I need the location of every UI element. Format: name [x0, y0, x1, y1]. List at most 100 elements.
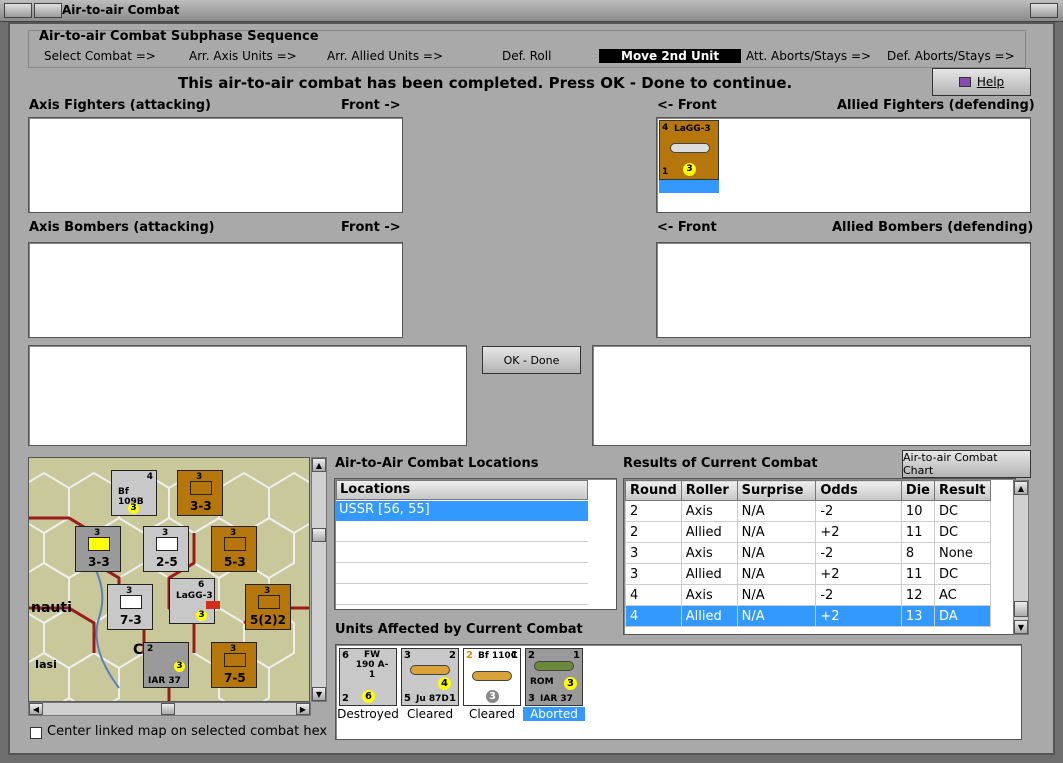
cell: Axis [680, 542, 738, 564]
unit-top-left: 2 [466, 650, 473, 661]
col-surprise: Surprise [736, 480, 817, 501]
infantry-symbol-icon [224, 653, 246, 667]
unit-top-right: 1 [573, 650, 580, 661]
map-unit-75[interactable]: 3 7-5 [211, 642, 257, 688]
scroll-down-arrow-icon[interactable]: ▼ [1014, 620, 1028, 634]
allied-fighters-label: Allied Fighters (defending) [837, 98, 1035, 113]
map-unit-53[interactable]: 3 5-3 [211, 526, 257, 572]
scroll-up-arrow-icon[interactable]: ▲ [1014, 481, 1028, 495]
map-unit-text: 3-3 [88, 555, 110, 569]
table-row[interactable]: 2 Allied N/A +2 11 DC [625, 521, 991, 543]
cell: N/A [736, 500, 817, 522]
subphase-sequence: Air-to-air Combat Subphase Sequence Sele… [28, 29, 1026, 68]
seq-arr-allied: Arr. Allied Units => [327, 49, 444, 63]
seq-select-combat: Select Combat => [44, 49, 156, 63]
table-row[interactable]: 3 Allied N/A +2 11 DC [625, 563, 991, 585]
map-unit-25[interactable]: 3 2-5 [143, 526, 189, 572]
unit-fw190[interactable]: 6 FW 190 A-1 2 6 [339, 648, 397, 706]
scroll-left-arrow-icon[interactable]: ◀ [29, 703, 43, 715]
col-round: Round [625, 480, 682, 501]
help-button-label: Help [976, 75, 1005, 89]
seq-att-aborts: Att. Aborts/Stays => [746, 49, 872, 63]
map-unit-522[interactable]: 3 5(2)2 [245, 584, 291, 630]
cell: Allied [680, 563, 738, 585]
axis-bombers-box[interactable] [28, 242, 403, 338]
title-bar[interactable]: Air-to-air Combat [0, 0, 1063, 22]
sequence-title: Air-to-air Combat Subphase Sequence [39, 29, 319, 44]
map-unit-text: 5-3 [224, 555, 246, 569]
close-button[interactable] [1030, 3, 1058, 18]
table-row[interactable]: 2 Axis N/A -2 10 DC [625, 500, 991, 522]
scroll-thumb[interactable] [312, 528, 326, 542]
location-item[interactable]: USSR [56, 55] [336, 501, 588, 521]
unit-iar37[interactable]: 2 1 ROM 3 IAR 37 3 [525, 648, 583, 706]
map-vertical-scrollbar[interactable]: ▲ ▼ [311, 457, 327, 702]
cell: Axis [680, 584, 738, 606]
seq-def-aborts: Def. Aborts/Stays => [887, 49, 1015, 63]
cell: -2 [815, 542, 902, 564]
linked-map[interactable]: nauti Iasi C 4 Bf 109B 3 3 3-3 3 3-3 3 2… [28, 457, 310, 702]
scroll-right-arrow-icon[interactable]: ▶ [296, 703, 310, 715]
cell: 3 [625, 542, 682, 564]
map-unit-value: 3 [174, 661, 185, 672]
unit-value: 4 [438, 677, 451, 690]
cell: Axis [680, 500, 738, 522]
map-unit-33-b[interactable]: 3 3-3 [75, 526, 121, 572]
allied-fighters-front: <- Front [657, 98, 717, 113]
col-roller: Roller [680, 480, 738, 501]
map-unit-bf109b[interactable]: 4 Bf 109B 3 [111, 470, 157, 516]
plane-icon [472, 671, 512, 681]
cell: 12 [900, 584, 936, 606]
cell: DC [934, 563, 991, 585]
allied-fighters-box[interactable]: 4 LaGG-3 1 3 [656, 117, 1031, 213]
restore-button[interactable] [34, 3, 62, 18]
map-unit-text: 2-5 [156, 555, 178, 569]
map-unit-text: 7-5 [224, 671, 246, 685]
map-unit-33-a[interactable]: 3 3-3 [177, 470, 223, 516]
map-unit-value: 3 [196, 610, 207, 621]
scroll-thumb[interactable] [161, 703, 175, 715]
cell: N/A [736, 521, 817, 543]
infantry-symbol-icon [88, 537, 110, 551]
map-unit-73[interactable]: 3 7-3 [107, 584, 153, 630]
axis-fighters-box[interactable] [28, 117, 403, 213]
infantry-symbol-icon [258, 595, 280, 609]
table-row[interactable]: 3 Axis N/A -2 8 None [625, 542, 991, 564]
map-place-iasi: Iasi [35, 658, 57, 671]
combat-chart-button[interactable]: Air-to-air Combat Chart [902, 450, 1031, 478]
help-book-icon [958, 77, 971, 87]
unit-ju87d[interactable]: 3 2 5 Ju 87D 1 4 [401, 648, 459, 706]
map-unit-iar37[interactable]: 2 IAR 37 3 [143, 642, 189, 688]
plane-icon [410, 665, 450, 675]
cell: Allied [680, 521, 738, 543]
map-unit-lagg3[interactable]: 6 LaGG-3 3 [169, 578, 220, 624]
results-scrollbar[interactable]: ▲ ▼ [1013, 480, 1029, 635]
unit-counter-lagg3[interactable]: 4 LaGG-3 1 3 [659, 120, 719, 180]
results-table: Round Roller Surprise Odds Die Result 2A… [625, 480, 991, 627]
map-unit-value: 3 [128, 503, 139, 514]
results-table-box: Round Roller Surprise Odds Die Result 2A… [623, 478, 1016, 635]
allied-bombers-box[interactable] [656, 242, 1031, 338]
scroll-thumb[interactable] [1014, 601, 1028, 617]
cell: N/A [736, 605, 817, 627]
map-horizontal-scrollbar[interactable]: ◀ ▶ [28, 702, 311, 716]
cell: 8 [900, 542, 936, 564]
unit-bf110c[interactable]: 2 Bf 110C 1 3 [463, 648, 521, 706]
help-button[interactable]: Help [932, 68, 1031, 96]
center-map-label: Center linked map on selected combat hex [47, 724, 328, 739]
unit-bottom-right: 1 [449, 693, 456, 704]
cell: DC [934, 500, 991, 522]
scroll-down-arrow-icon[interactable]: ▼ [312, 687, 326, 701]
unit-value: 3 [564, 677, 577, 690]
system-menu-button[interactable] [4, 3, 32, 18]
scroll-up-arrow-icon[interactable]: ▲ [312, 458, 326, 472]
table-row[interactable]: 4 Axis N/A -2 12 AC [625, 584, 991, 606]
ok-done-button[interactable]: OK - Done [482, 346, 581, 374]
table-row-selected[interactable]: 4 Allied N/A +2 13 DA [625, 605, 991, 627]
col-odds: Odds [815, 480, 902, 501]
center-map-checkbox[interactable] [30, 727, 42, 739]
cell: 4 [625, 584, 682, 606]
cell: +2 [815, 521, 902, 543]
col-result: Result [934, 480, 991, 501]
map-unit-text: 5(2)2 [250, 613, 287, 627]
